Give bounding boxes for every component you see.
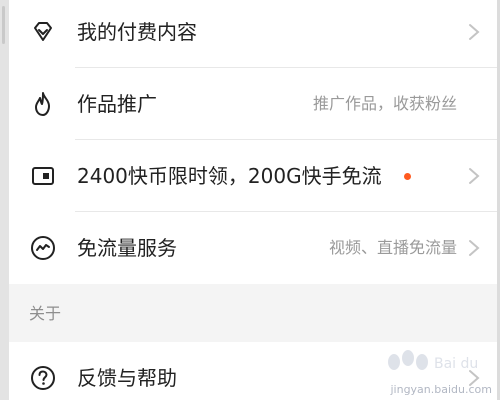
- question-circle-icon: [31, 366, 55, 390]
- menu-item-label: 我的付费内容: [77, 20, 197, 44]
- svg-text:Bai du: Bai du: [434, 356, 478, 372]
- chevron-right-icon: [469, 24, 480, 40]
- notification-dot: [404, 173, 411, 180]
- menu-item-label: 2400快币限时领，200G快手免流: [77, 164, 382, 188]
- menu-item-label: 反馈与帮助: [77, 366, 177, 390]
- menu-item-free-data[interactable]: 免流量服务 视频、直播免流量: [9, 212, 497, 284]
- menu-item-hint: 推广作品，收获粉丝: [312, 94, 457, 113]
- flame-icon: [35, 92, 50, 116]
- chevron-right-icon: [469, 168, 480, 184]
- menu-item-paid-content[interactable]: 我的付费内容: [9, 0, 497, 68]
- menu-item-label: 作品推广: [77, 92, 157, 116]
- wave-circle-icon: [31, 236, 55, 260]
- menu-item-coin-offer[interactable]: 2400快币限时领，200G快手免流: [9, 140, 497, 212]
- watermark-domain: jingyan.baidu.com: [390, 383, 492, 396]
- settings-panel: 我的付费内容 作品推广 推广作品，收获粉丝 2400快币限时领，200G快手免流: [9, 0, 497, 400]
- scroll-indicator[interactable]: [2, 6, 5, 44]
- menu-item-label: 免流量服务: [77, 236, 177, 260]
- diamond-icon: [34, 22, 52, 41]
- menu-item-promote[interactable]: 作品推广 推广作品，收获粉丝: [9, 68, 497, 140]
- menu-item-hint: 视频、直播免流量: [328, 238, 457, 257]
- sim-card-icon: [32, 167, 54, 185]
- section-title: 关于: [29, 304, 62, 323]
- chevron-right-icon: [469, 240, 480, 256]
- left-edge: [0, 0, 9, 400]
- section-header-about: 关于: [9, 290, 497, 338]
